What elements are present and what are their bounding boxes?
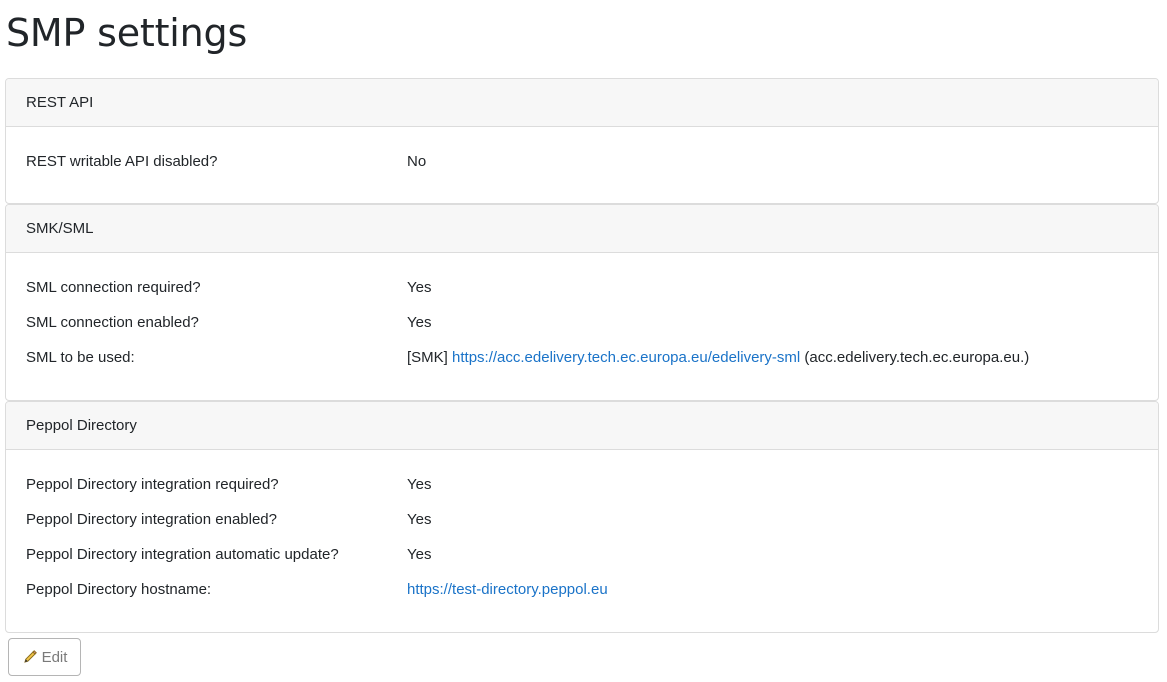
edit-button[interactable]: Edit <box>8 638 81 676</box>
setting-label: SML connection enabled? <box>26 314 199 331</box>
setting-label: REST writable API disabled? <box>26 153 218 170</box>
setting-row: Peppol Directory integration enabled? Ye… <box>26 502 1138 537</box>
setting-row: REST writable API disabled? No <box>26 144 1138 179</box>
card-header: Peppol Directory <box>6 402 1158 450</box>
setting-value: https://test-directory.peppol.eu <box>407 581 1138 598</box>
setting-label: SML connection required? <box>26 279 201 296</box>
card-header: REST API <box>6 79 1158 127</box>
setting-label: Peppol Directory hostname: <box>26 581 212 598</box>
setting-label: Peppol Directory integration required? <box>26 476 279 493</box>
setting-row: SML to be used: [SMK] https://acc.edeliv… <box>26 340 1138 375</box>
page-title: SMP settings <box>6 11 248 55</box>
card-body: SML connection required? Yes SML connect… <box>6 253 1158 375</box>
setting-value: Yes <box>407 476 432 493</box>
setting-row: Peppol Directory integration required? Y… <box>26 467 1138 502</box>
pencil-icon <box>22 649 38 665</box>
smk-sml-card: SMK/SML SML connection required? Yes SML… <box>5 204 1159 401</box>
setting-row: Peppol Directory integration automatic u… <box>26 537 1138 572</box>
sml-url-link[interactable]: https://acc.edelivery.tech.ec.europa.eu/… <box>452 349 800 366</box>
setting-row: SML connection required? Yes <box>26 270 1138 305</box>
setting-value: No <box>407 153 427 170</box>
card-body: REST writable API disabled? No <box>6 127 1158 179</box>
peppol-directory-card: Peppol Directory Peppol Directory integr… <box>5 401 1159 633</box>
setting-value: Yes <box>407 546 432 563</box>
sml-value: [SMK] https://acc.edelivery.tech.ec.euro… <box>407 349 1138 366</box>
setting-value: Yes <box>407 511 432 528</box>
setting-row: Peppol Directory hostname: https://test-… <box>26 572 1138 607</box>
card-body: Peppol Directory integration required? Y… <box>6 450 1158 607</box>
setting-value: Yes <box>407 314 432 331</box>
edit-label: Edit <box>41 648 68 666</box>
setting-label: Peppol Directory integration enabled? <box>26 511 277 528</box>
setting-value: Yes <box>407 279 432 296</box>
sml-host: (acc.edelivery.tech.ec.europa.eu.) <box>804 349 1030 366</box>
setting-label: Peppol Directory integration automatic u… <box>26 546 339 563</box>
directory-hostname-link[interactable]: https://test-directory.peppol.eu <box>407 581 608 598</box>
setting-row: SML connection enabled? Yes <box>26 305 1138 340</box>
page: SMP settings REST API REST writable API … <box>0 0 1167 682</box>
sml-prefix: [SMK] <box>407 349 448 366</box>
rest-api-card: REST API REST writable API disabled? No <box>5 78 1159 204</box>
card-header: SMK/SML <box>6 205 1158 253</box>
setting-label: SML to be used: <box>26 349 135 366</box>
